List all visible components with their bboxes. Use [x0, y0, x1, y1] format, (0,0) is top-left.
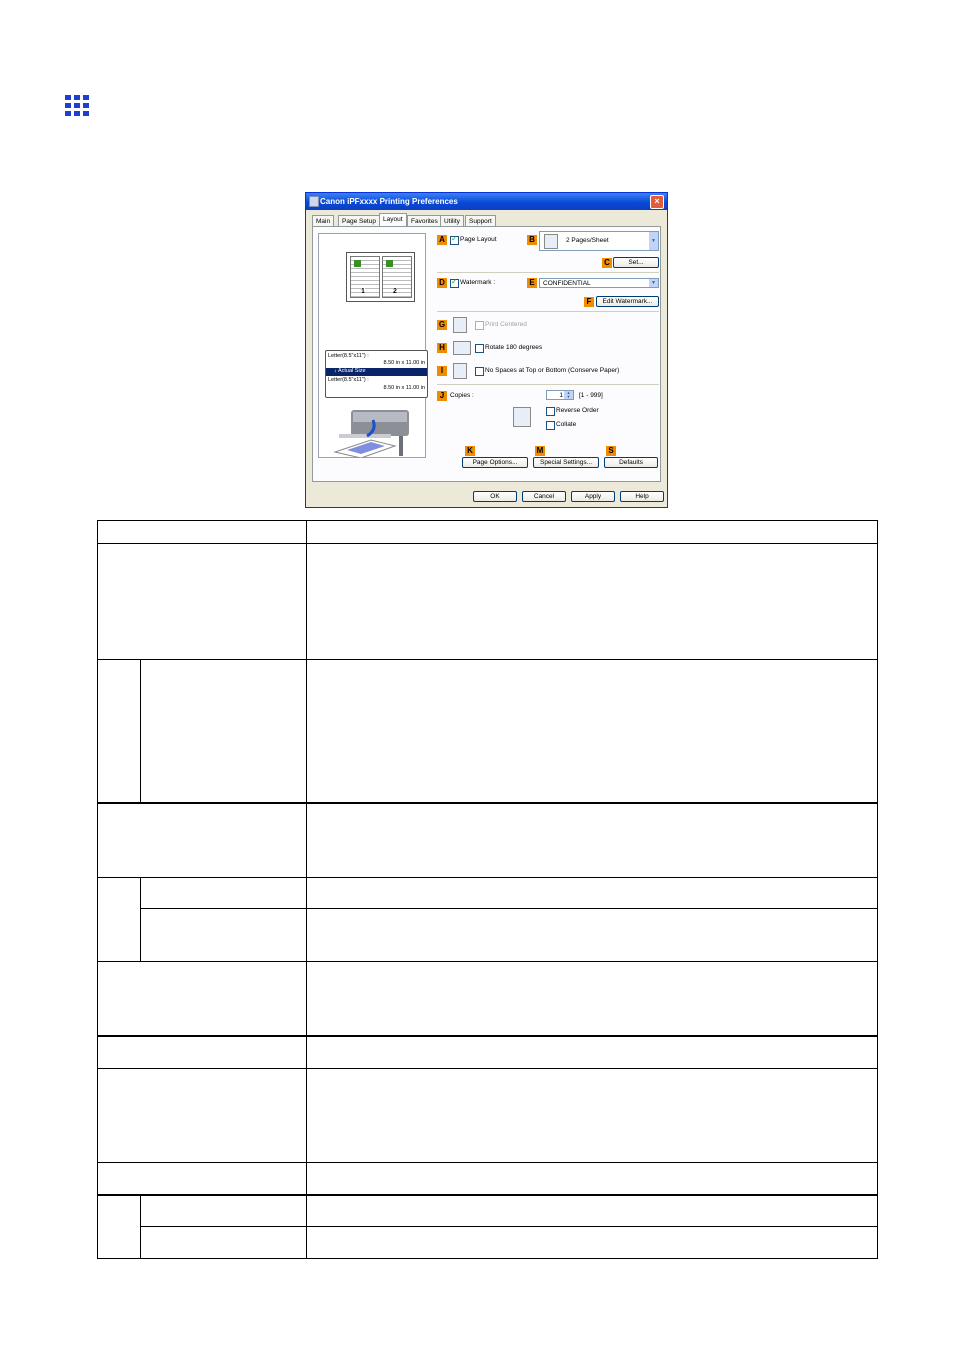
source-size: Letter(8.5"x11") :	[328, 353, 369, 359]
label-i: I	[437, 366, 447, 376]
layout-panel: 1 2 Letter(8.5"x11") : 8.50 in x 11.00 i…	[312, 226, 661, 482]
preview-page-2: 2	[382, 256, 412, 298]
tab-utility[interactable]: Utility	[440, 215, 464, 226]
label-h: H	[437, 343, 447, 353]
output-size: Letter(8.5"x11") :	[328, 377, 369, 383]
ok-button[interactable]: OK	[473, 491, 517, 502]
collate-checkbox[interactable]	[546, 421, 555, 430]
rotate-180-checkbox[interactable]	[475, 344, 484, 353]
reverse-order-label: Reverse Order	[556, 407, 599, 414]
tab-page-setup[interactable]: Page Setup	[338, 215, 380, 226]
copies-range: [1 - 999]	[579, 392, 603, 399]
table-row	[97, 520, 878, 544]
set-button[interactable]: Set...	[613, 257, 659, 268]
edit-watermark-button[interactable]: Edit Watermark...	[596, 296, 659, 307]
dialog-title: Canon iPFxxxx Printing Preferences	[320, 197, 458, 206]
settings-table	[97, 520, 878, 1259]
spin-down-icon[interactable]: ▼	[564, 395, 573, 399]
watermark-label: Watermark :	[460, 279, 496, 286]
label-a: A	[437, 235, 447, 245]
table-row	[97, 1193, 878, 1259]
table-row	[98, 908, 878, 962]
print-centered-label: Print Centered	[485, 321, 527, 328]
print-centered-icon	[453, 317, 467, 333]
close-icon[interactable]: ×	[650, 195, 664, 209]
page-options-button[interactable]: Page Options...	[462, 457, 528, 468]
no-spaces-label: No Spaces at Top or Bottom (Conserve Pap…	[485, 367, 620, 374]
rotate-180-label: Rotate 180 degrees	[485, 344, 543, 351]
label-s: S	[606, 446, 616, 456]
printer-app-icon	[309, 196, 319, 207]
label-d: D	[437, 278, 447, 288]
label-b: B	[527, 235, 537, 245]
watermark-checkbox[interactable]	[450, 277, 459, 288]
tab-layout[interactable]: Layout	[379, 213, 407, 227]
table-row	[97, 801, 878, 878]
separator	[437, 311, 659, 312]
copies-spinbox[interactable]: 1 ▲ ▼	[546, 390, 574, 400]
label-k: K	[465, 446, 475, 456]
arrow-down-icon: ↓	[334, 368, 337, 374]
sort-order-icon	[513, 407, 531, 427]
special-settings-button[interactable]: Special Settings...	[533, 457, 599, 468]
table-row	[97, 1162, 878, 1195]
watermark-select[interactable]: CONFIDENTIAL ▼	[539, 278, 659, 288]
table-row	[97, 659, 878, 803]
label-f: F	[584, 297, 594, 307]
apply-button[interactable]: Apply	[571, 491, 615, 502]
label-j: J	[437, 391, 447, 401]
help-button[interactable]: Help	[620, 491, 664, 502]
output-size-dimensions: 8.50 in x 11.00 in	[383, 385, 425, 391]
no-spaces-checkbox[interactable]	[475, 367, 484, 376]
table-row	[98, 1226, 878, 1259]
rotate-icon	[453, 341, 471, 355]
preview-page-1: 1	[350, 256, 380, 298]
preview-pane: 1 2 Letter(8.5"x11") : 8.50 in x 11.00 i…	[318, 233, 428, 458]
source-size-dimensions: 8.50 in x 11.00 in	[383, 360, 425, 366]
chevron-down-icon: ▼	[649, 279, 658, 287]
cancel-button[interactable]: Cancel	[522, 491, 566, 502]
actual-size-row: ↓ Actual Size	[326, 368, 427, 376]
label-e: E	[527, 278, 537, 288]
tab-main[interactable]: Main	[312, 215, 335, 226]
reverse-order-checkbox[interactable]	[546, 407, 555, 416]
page-layout-label: Page Layout	[460, 236, 497, 243]
table-row	[97, 961, 878, 1036]
pages-sheet-icon	[544, 234, 558, 249]
pages-per-sheet-select[interactable]: 2 Pages/Sheet ▼	[539, 231, 659, 251]
table-row	[97, 1068, 878, 1163]
table-row	[97, 1034, 878, 1069]
no-spaces-icon	[453, 363, 467, 379]
label-g: G	[437, 320, 447, 330]
layout-thumbnail: 1 2	[346, 252, 415, 302]
table-row	[97, 877, 878, 962]
grid-icon	[65, 95, 89, 117]
label-c: C	[602, 258, 612, 268]
label-m: M	[535, 446, 545, 456]
dialog-titlebar: Canon iPFxxxx Printing Preferences ×	[306, 193, 667, 210]
page-layout-checkbox[interactable]	[450, 234, 459, 245]
separator	[437, 384, 659, 385]
tab-favorites[interactable]: Favorites	[407, 215, 442, 226]
collate-label: Collate	[556, 421, 577, 428]
chevron-down-icon: ▼	[649, 232, 658, 250]
defaults-button[interactable]: Defaults	[604, 457, 658, 468]
copies-label: Copies :	[450, 392, 474, 399]
table-row	[97, 543, 878, 660]
separator	[437, 272, 659, 273]
printing-preferences-dialog: Canon iPFxxxx Printing Preferences × Mai…	[305, 192, 668, 508]
printer-illustration-icon	[333, 410, 409, 458]
tab-support[interactable]: Support	[465, 215, 496, 226]
print-centered-checkbox[interactable]	[475, 321, 484, 330]
paper-size-box: Letter(8.5"x11") : 8.50 in x 11.00 in ↓ …	[325, 350, 428, 398]
